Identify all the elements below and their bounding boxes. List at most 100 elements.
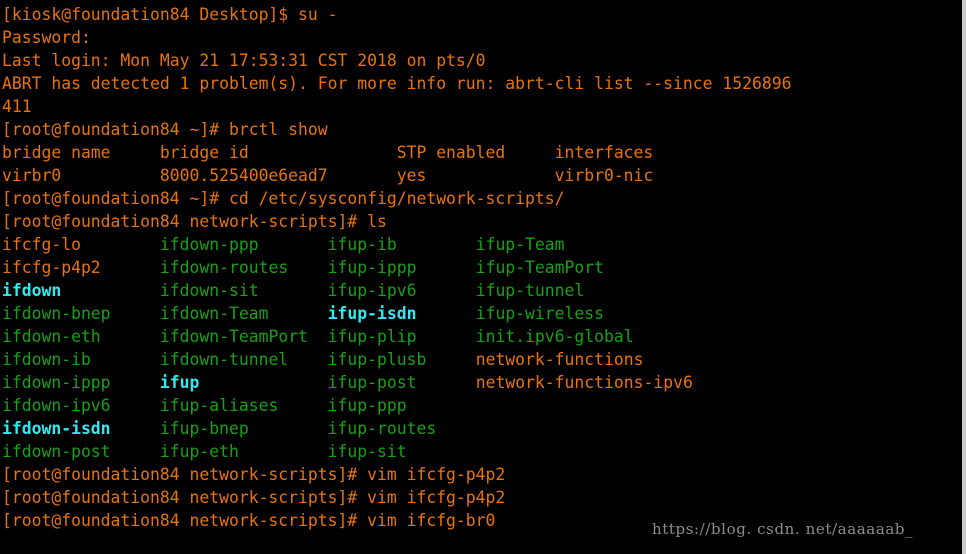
terminal-line: Last login: Mon May 21 17:53:31 CST 2018… — [2, 49, 962, 72]
terminal-text-orange: [root@foundation84 ~]# brctl show — [2, 120, 328, 139]
terminal-text-green: ifup-sit — [327, 442, 407, 461]
terminal-text-green: ifup-ib — [327, 235, 397, 254]
terminal-text-green: ifup-ippp — [327, 258, 417, 277]
terminal-text-green: ifup-ppp — [327, 396, 407, 415]
terminal-text-orange: bridge name bridge id STP enabled interf… — [2, 143, 654, 162]
terminal-spacer — [259, 235, 328, 254]
terminal-text-cyan: ifup — [159, 373, 200, 392]
terminal-line: ifdown-eth ifdown-TeamPort ifup-plip ini… — [2, 325, 962, 348]
terminal-line: virbr0 8000.525400e6ead7 yes virbr0-nic — [2, 164, 962, 187]
terminal-spacer — [91, 350, 160, 369]
terminal-text-green: ifdown-sit — [159, 281, 259, 300]
terminal-line: [kiosk@foundation84 Desktop]$ su - — [2, 3, 962, 26]
terminal-text-green: ifup-wireless — [475, 304, 605, 323]
terminal-text-cyan: ifdown — [2, 281, 62, 300]
terminal-spacer — [199, 373, 327, 392]
terminal-line: [root@foundation84 ~]# brctl show — [2, 118, 962, 141]
terminal-line: ifcfg-p4p2 ifdown-routes ifup-ippp ifup-… — [2, 256, 962, 279]
terminal-spacer — [101, 258, 160, 277]
terminal-text-green: ifup-bnep — [159, 419, 249, 438]
terminal-spacer — [111, 419, 160, 438]
terminal-spacer — [417, 373, 476, 392]
terminal-text-green: ifdown-ib — [2, 350, 91, 369]
terminal-spacer — [101, 327, 160, 346]
terminal-text-green: ifup-post — [327, 373, 417, 392]
terminal-line: ABRT has detected 1 problem(s). For more… — [2, 72, 962, 95]
terminal-text-green: ifdown-eth — [2, 327, 101, 346]
terminal-line: ifcfg-lo ifdown-ppp ifup-ib ifup-Team — [2, 233, 962, 256]
terminal-text-green: ifdown-tunnel — [159, 350, 289, 369]
terminal-text-green: ifdown-routes — [159, 258, 289, 277]
terminal-text-orange: [root@foundation84 network-scripts]# vim… — [2, 511, 496, 530]
terminal-text-orange: [root@foundation84 network-scripts]# vim… — [2, 465, 506, 484]
terminal-screen-output: [kiosk@foundation84 Desktop]$ su - Passwo… — [0, 0, 962, 532]
terminal-text-green: ifdown-bnep — [2, 304, 111, 323]
terminal-spacer — [416, 281, 475, 300]
terminal-spacer — [278, 396, 327, 415]
terminal-line: [root@foundation84 network-scripts]# vim… — [2, 463, 962, 486]
terminal-text-orange: [root@foundation84 ~]# cd /etc/sysconfig… — [2, 189, 565, 208]
terminal-line: ifdown-bnep ifdown-Team ifup-isdn ifup-w… — [2, 302, 962, 325]
terminal-spacer — [417, 304, 476, 323]
terminal-text-green: ifdown-Team — [159, 304, 269, 323]
terminal-line: ifdown ifdown-sit ifup-ipv6 ifup-tunnel — [2, 279, 962, 302]
terminal-text-orange: ifcfg-lo — [2, 235, 81, 254]
terminal-line: [root@foundation84 network-scripts]# ls — [2, 210, 962, 233]
terminal-text-green: ifup-TeamPort — [475, 258, 605, 277]
terminal-spacer — [61, 281, 160, 300]
terminal-text-green: ifup-tunnel — [475, 281, 585, 300]
terminal-text-cyan: ifdown-isdn — [2, 419, 111, 438]
terminal-text-green: ifup-aliases — [159, 396, 279, 415]
terminal-spacer — [81, 235, 160, 254]
terminal-text-green: ifup-plip — [327, 327, 417, 346]
terminal-text-green: ifup-plusb — [327, 350, 427, 369]
terminal-window[interactable]: [kiosk@foundation84 Desktop]$ su - Passwo… — [0, 0, 966, 554]
terminal-text-orange: [root@foundation84 network-scripts]# vim… — [2, 488, 506, 507]
watermark-text: https://blog. csdn. net/aaaaaab_ — [652, 520, 914, 538]
terminal-spacer — [426, 350, 475, 369]
terminal-text-green: init.ipv6-global — [475, 327, 634, 346]
terminal-text-orange: Password: — [2, 28, 91, 47]
terminal-text-orange: ifcfg-p4p2 — [2, 258, 101, 277]
terminal-spacer — [308, 327, 328, 346]
terminal-text-green: ifup-routes — [327, 419, 437, 438]
terminal-text-orange: network-functions-ipv6 — [475, 373, 693, 392]
terminal-text-green: ifup-ipv6 — [327, 281, 417, 300]
terminal-spacer — [111, 396, 160, 415]
terminal-text-orange: 411 — [2, 97, 32, 116]
terminal-spacer — [417, 258, 476, 277]
terminal-text-green: ifdown-ipv6 — [2, 396, 111, 415]
terminal-spacer — [111, 442, 160, 461]
terminal-text-orange: Last login: Mon May 21 17:53:31 CST 2018… — [2, 51, 486, 70]
terminal-text-green: ifdown-TeamPort — [159, 327, 308, 346]
terminal-text-orange: ABRT has detected 1 problem(s). For more… — [2, 74, 792, 93]
terminal-text-orange: [root@foundation84 network-scripts]# ls — [2, 212, 387, 231]
terminal-line: ifdown-ippp ifup ifup-post network-funct… — [2, 371, 962, 394]
terminal-line: ifdown-ib ifdown-tunnel ifup-plusb netwo… — [2, 348, 962, 371]
terminal-line: [root@foundation84 ~]# cd /etc/sysconfig… — [2, 187, 962, 210]
terminal-spacer — [288, 258, 327, 277]
terminal-line: [root@foundation84 network-scripts]# vim… — [2, 486, 962, 509]
terminal-text-orange: [kiosk@foundation84 Desktop]$ su - — [2, 5, 338, 24]
terminal-text-orange: network-functions — [475, 350, 644, 369]
terminal-text-green: ifdown-ppp — [159, 235, 259, 254]
terminal-spacer — [111, 304, 160, 323]
terminal-line: bridge name bridge id STP enabled interf… — [2, 141, 962, 164]
terminal-spacer — [268, 304, 327, 323]
terminal-text-orange: virbr0 8000.525400e6ead7 yes virbr0-nic — [2, 166, 654, 185]
terminal-line: ifdown-isdn ifup-bnep ifup-routes — [2, 417, 962, 440]
terminal-line: ifdown-ipv6 ifup-aliases ifup-ppp — [2, 394, 962, 417]
terminal-spacer — [249, 419, 328, 438]
terminal-text-green: ifup-eth — [159, 442, 239, 461]
terminal-spacer — [111, 373, 160, 392]
terminal-text-cyan: ifup-isdn — [327, 304, 417, 323]
terminal-spacer — [288, 350, 327, 369]
terminal-spacer — [397, 235, 476, 254]
terminal-spacer — [417, 327, 476, 346]
terminal-spacer — [239, 442, 328, 461]
terminal-line: 411 — [2, 95, 962, 118]
terminal-line: ifdown-post ifup-eth ifup-sit — [2, 440, 962, 463]
terminal-text-green: ifdown-ippp — [2, 373, 111, 392]
terminal-line: Password: — [2, 26, 962, 49]
terminal-text-green: ifdown-post — [2, 442, 111, 461]
